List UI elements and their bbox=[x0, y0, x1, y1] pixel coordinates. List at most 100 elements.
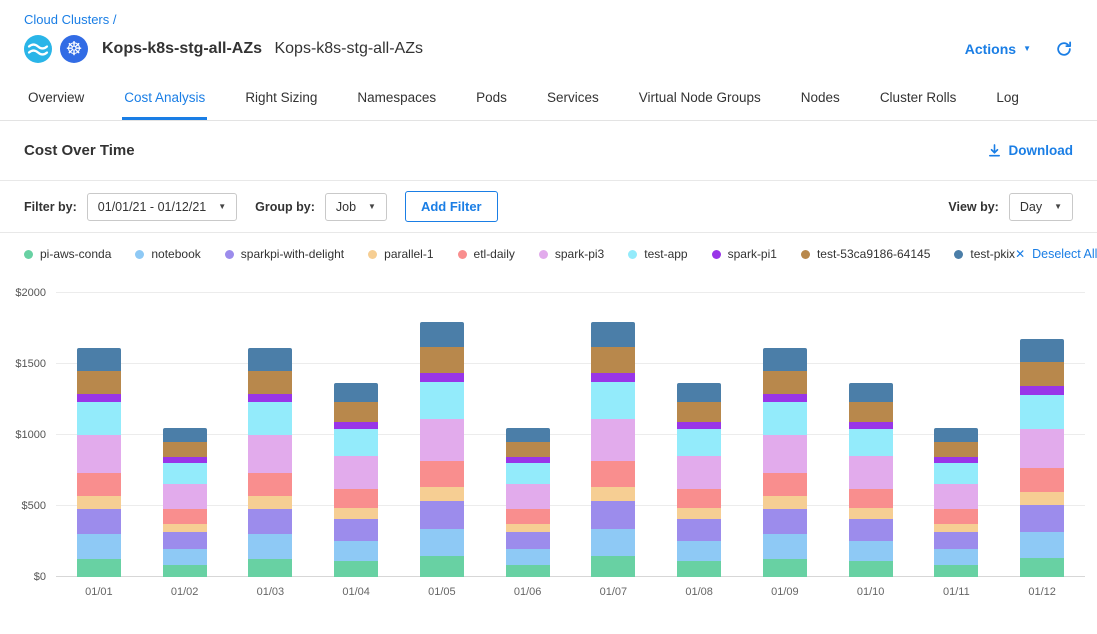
bar-segment-test-53ca9186-64145[interactable] bbox=[77, 371, 121, 394]
bar-segment-etl-daily[interactable] bbox=[849, 489, 893, 508]
bar-segment-spark-pi3[interactable] bbox=[163, 484, 207, 509]
legend-item-test-pkix[interactable]: test-pkix bbox=[954, 247, 1015, 261]
bar-segment-notebook[interactable] bbox=[334, 541, 378, 562]
bar-segment-test-pkix[interactable] bbox=[420, 322, 464, 348]
bar-segment-test-app[interactable] bbox=[248, 402, 292, 435]
bar-segment-notebook[interactable] bbox=[849, 541, 893, 562]
bar-segment-test-53ca9186-64145[interactable] bbox=[763, 371, 807, 394]
bar-segment-notebook[interactable] bbox=[420, 529, 464, 556]
tab-cost-analysis[interactable]: Cost Analysis bbox=[122, 75, 207, 120]
bar-segment-notebook[interactable] bbox=[506, 549, 550, 565]
stacked-bar-01/12[interactable] bbox=[1020, 293, 1064, 577]
bar-segment-test-pkix[interactable] bbox=[849, 383, 893, 402]
legend-item-etl-daily[interactable]: etl-daily bbox=[458, 247, 515, 261]
bar-segment-test-app[interactable] bbox=[934, 463, 978, 484]
bar-segment-notebook[interactable] bbox=[248, 534, 292, 558]
group-by-dropdown[interactable]: Job ▼ bbox=[325, 193, 387, 221]
legend-item-test-app[interactable]: test-app bbox=[628, 247, 687, 261]
bar-segment-test-53ca9186-64145[interactable] bbox=[163, 442, 207, 457]
bar-segment-sparkpi-with-delight[interactable] bbox=[677, 519, 721, 541]
bar-segment-parallel-1[interactable] bbox=[420, 487, 464, 501]
stacked-bar-01/03[interactable] bbox=[248, 293, 292, 577]
bar-segment-pi-aws-conda[interactable] bbox=[77, 559, 121, 577]
bar-segment-sparkpi-with-delight[interactable] bbox=[506, 532, 550, 549]
view-by-dropdown[interactable]: Day ▼ bbox=[1009, 193, 1073, 221]
bar-segment-test-app[interactable] bbox=[77, 402, 121, 435]
bar-segment-spark-pi1[interactable] bbox=[763, 394, 807, 403]
stacked-bar-01/06[interactable] bbox=[506, 293, 550, 577]
tab-nodes[interactable]: Nodes bbox=[799, 75, 842, 120]
bar-segment-parallel-1[interactable] bbox=[934, 524, 978, 533]
stacked-bar-01/09[interactable] bbox=[763, 293, 807, 577]
bar-segment-etl-daily[interactable] bbox=[677, 489, 721, 508]
bar-segment-notebook[interactable] bbox=[1020, 532, 1064, 558]
bar-segment-spark-pi3[interactable] bbox=[849, 456, 893, 489]
tab-cluster-rolls[interactable]: Cluster Rolls bbox=[878, 75, 959, 120]
bar-segment-spark-pi3[interactable] bbox=[763, 435, 807, 473]
stacked-bar-01/02[interactable] bbox=[163, 293, 207, 577]
bar-segment-parallel-1[interactable] bbox=[248, 496, 292, 509]
bar-segment-etl-daily[interactable] bbox=[248, 473, 292, 496]
tab-virtual-node-groups[interactable]: Virtual Node Groups bbox=[637, 75, 763, 120]
legend-item-test-53ca9186-64145[interactable]: test-53ca9186-64145 bbox=[801, 247, 930, 261]
tab-right-sizing[interactable]: Right Sizing bbox=[243, 75, 319, 120]
breadcrumb-link-cloud-clusters[interactable]: Cloud Clusters / bbox=[24, 12, 116, 27]
bar-segment-test-53ca9186-64145[interactable] bbox=[849, 402, 893, 422]
bar-segment-spark-pi1[interactable] bbox=[334, 422, 378, 429]
bar-segment-spark-pi3[interactable] bbox=[77, 435, 121, 473]
stacked-bar-01/01[interactable] bbox=[77, 293, 121, 577]
tab-log[interactable]: Log bbox=[994, 75, 1021, 120]
bar-segment-notebook[interactable] bbox=[677, 541, 721, 562]
bar-segment-parallel-1[interactable] bbox=[163, 524, 207, 533]
legend-item-parallel-1[interactable]: parallel-1 bbox=[368, 247, 433, 261]
bar-segment-test-pkix[interactable] bbox=[934, 428, 978, 442]
download-button[interactable]: Download bbox=[987, 143, 1074, 158]
tab-services[interactable]: Services bbox=[545, 75, 601, 120]
bar-segment-spark-pi3[interactable] bbox=[506, 484, 550, 509]
legend-item-sparkpi-with-delight[interactable]: sparkpi-with-delight bbox=[225, 247, 344, 261]
bar-segment-test-app[interactable] bbox=[677, 429, 721, 457]
bar-segment-pi-aws-conda[interactable] bbox=[1020, 558, 1064, 577]
bar-segment-sparkpi-with-delight[interactable] bbox=[420, 501, 464, 529]
bar-segment-notebook[interactable] bbox=[763, 534, 807, 558]
bar-segment-test-app[interactable] bbox=[334, 429, 378, 457]
refresh-button[interactable] bbox=[1055, 40, 1073, 58]
bar-segment-test-pkix[interactable] bbox=[248, 348, 292, 371]
bar-segment-spark-pi3[interactable] bbox=[591, 419, 635, 462]
bar-segment-spark-pi3[interactable] bbox=[1020, 429, 1064, 469]
tab-namespaces[interactable]: Namespaces bbox=[355, 75, 438, 120]
bar-segment-test-pkix[interactable] bbox=[1020, 339, 1064, 362]
bar-segment-spark-pi3[interactable] bbox=[934, 484, 978, 509]
bar-segment-pi-aws-conda[interactable] bbox=[420, 556, 464, 577]
bar-segment-test-53ca9186-64145[interactable] bbox=[1020, 362, 1064, 386]
bar-segment-sparkpi-with-delight[interactable] bbox=[77, 509, 121, 535]
bar-segment-etl-daily[interactable] bbox=[506, 509, 550, 524]
bar-segment-sparkpi-with-delight[interactable] bbox=[248, 509, 292, 535]
bar-segment-spark-pi3[interactable] bbox=[677, 456, 721, 489]
bar-segment-sparkpi-with-delight[interactable] bbox=[591, 501, 635, 529]
bar-segment-spark-pi1[interactable] bbox=[420, 373, 464, 382]
stacked-bar-01/04[interactable] bbox=[334, 293, 378, 577]
stacked-bar-01/08[interactable] bbox=[677, 293, 721, 577]
bar-segment-test-app[interactable] bbox=[1020, 395, 1064, 429]
bar-segment-spark-pi1[interactable] bbox=[248, 394, 292, 403]
bar-segment-test-pkix[interactable] bbox=[506, 428, 550, 442]
bar-segment-test-pkix[interactable] bbox=[163, 428, 207, 442]
bar-segment-pi-aws-conda[interactable] bbox=[849, 561, 893, 577]
bar-segment-parallel-1[interactable] bbox=[763, 496, 807, 509]
stacked-bar-01/11[interactable] bbox=[934, 293, 978, 577]
bar-segment-test-pkix[interactable] bbox=[334, 383, 378, 402]
bar-segment-parallel-1[interactable] bbox=[506, 524, 550, 533]
bar-segment-spark-pi3[interactable] bbox=[248, 435, 292, 473]
bar-segment-parallel-1[interactable] bbox=[334, 508, 378, 519]
bar-segment-pi-aws-conda[interactable] bbox=[163, 565, 207, 577]
bar-segment-parallel-1[interactable] bbox=[591, 487, 635, 501]
bar-segment-pi-aws-conda[interactable] bbox=[506, 565, 550, 577]
legend-item-spark-pi1[interactable]: spark-pi1 bbox=[712, 247, 777, 261]
bar-segment-pi-aws-conda[interactable] bbox=[334, 561, 378, 577]
bar-segment-sparkpi-with-delight[interactable] bbox=[934, 532, 978, 549]
bar-segment-sparkpi-with-delight[interactable] bbox=[163, 532, 207, 549]
bar-segment-sparkpi-with-delight[interactable] bbox=[763, 509, 807, 535]
bar-segment-spark-pi1[interactable] bbox=[677, 422, 721, 429]
tab-pods[interactable]: Pods bbox=[474, 75, 509, 120]
